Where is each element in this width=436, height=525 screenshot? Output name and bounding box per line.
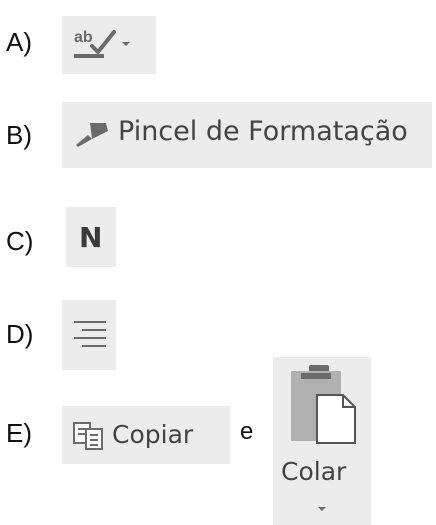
paste-clipboard-icon [287, 363, 359, 445]
chevron-down-icon[interactable] [120, 40, 132, 48]
option-letter-c: C) [6, 226, 34, 256]
connector-text: e [240, 418, 254, 445]
svg-text:ab: ab [74, 29, 93, 46]
spelling-check-icon: ab [70, 24, 118, 64]
align-right-button[interactable] [62, 300, 116, 370]
option-letter-b: B) [6, 120, 32, 150]
format-painter-icon [70, 119, 114, 151]
paste-label: Colar [281, 457, 347, 486]
option-letter-a: A) [6, 27, 32, 57]
format-painter-label: Pincel de Formatação [118, 116, 408, 147]
option-letter-e: E) [6, 418, 32, 448]
bold-label: N [79, 221, 103, 254]
copy-icon [72, 421, 106, 451]
copy-button[interactable]: Copiar [62, 406, 230, 464]
option-letter-d: D) [6, 319, 34, 349]
paste-button[interactable]: Colar [273, 357, 371, 525]
format-painter-button[interactable]: Pincel de Formatação [62, 102, 432, 168]
align-right-icon [72, 319, 108, 351]
chevron-down-icon[interactable] [316, 505, 328, 513]
bold-button[interactable]: N [66, 207, 116, 267]
spelling-button[interactable]: ab [62, 16, 156, 74]
copy-label: Copiar [112, 420, 194, 449]
